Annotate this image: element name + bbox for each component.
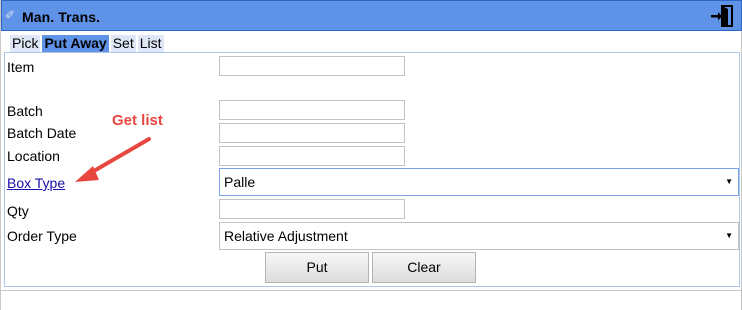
man-trans-window: ✐ Man. Trans. Pick Put Away Set List Ite… — [0, 0, 742, 310]
annotation-get-list: Get list — [112, 112, 163, 129]
chevron-down-icon: ▼ — [725, 177, 733, 186]
qty-label: Qty — [7, 203, 29, 219]
batch-date-input[interactable] — [219, 123, 405, 143]
bottom-divider — [1, 290, 742, 291]
tab-list[interactable]: List — [137, 35, 164, 52]
location-label: Location — [7, 148, 60, 164]
annotation-arrow-icon — [75, 137, 151, 182]
item-label: Item — [7, 59, 35, 75]
window-title: Man. Trans. — [22, 9, 101, 25]
clear-button[interactable]: Clear — [372, 252, 476, 283]
tab-put-away[interactable]: Put Away — [42, 35, 109, 52]
order-type-selected-value: Relative Adjustment — [224, 228, 348, 244]
batch-date-label: Batch Date — [7, 125, 77, 141]
location-input[interactable] — [219, 146, 405, 166]
title-bar: ✐ Man. Trans. — [1, 0, 742, 31]
box-type-select[interactable]: Palle ▼ — [219, 168, 739, 196]
tab-bar: Pick Put Away Set List — [10, 35, 166, 52]
order-type-select[interactable]: Relative Adjustment ▼ — [219, 222, 739, 250]
batch-label: Batch — [7, 103, 43, 119]
qty-input[interactable] — [219, 199, 405, 219]
item-input[interactable] — [219, 56, 405, 76]
chevron-down-icon: ▼ — [725, 231, 733, 240]
exit-door-icon[interactable] — [709, 3, 735, 29]
batch-input[interactable] — [219, 100, 405, 120]
tab-pick[interactable]: Pick — [10, 35, 41, 52]
put-button[interactable]: Put — [265, 252, 369, 283]
pin-icon: ✐ — [5, 8, 16, 22]
box-type-link[interactable]: Box Type — [7, 175, 65, 191]
order-type-label: Order Type — [7, 228, 77, 244]
tab-set[interactable]: Set — [110, 35, 136, 52]
box-type-selected-value: Palle — [224, 174, 256, 190]
